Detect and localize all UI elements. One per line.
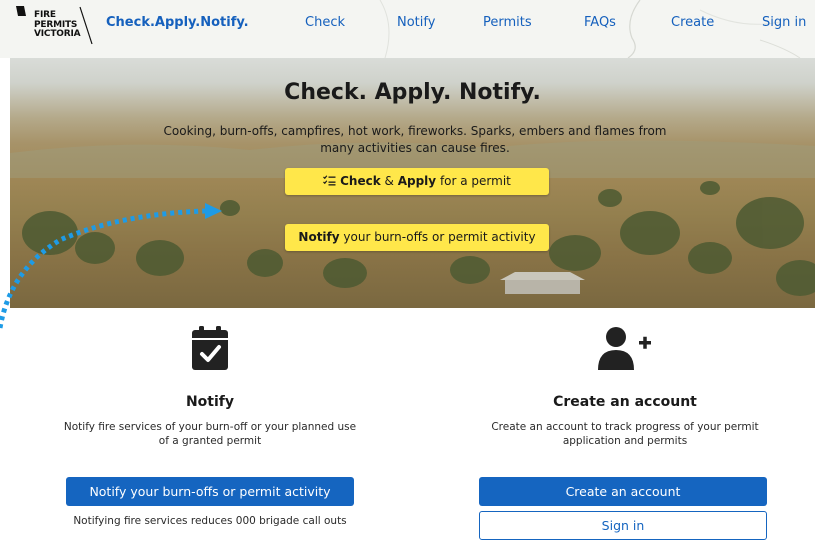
nav-create[interactable]: Create — [671, 15, 714, 30]
site-header: FIRE PERMITS VICTORIA Check.Apply.Notify… — [0, 0, 815, 58]
checklist-icon — [323, 175, 336, 186]
notify-title: Notify — [185, 394, 235, 410]
nav-notify[interactable]: Notify — [397, 15, 435, 30]
nav-check[interactable]: Check — [305, 15, 345, 30]
notify-section: Notify Notify fire services of your burn… — [60, 326, 360, 448]
hero-banner: Check. Apply. Notify. Cooking, burn-offs… — [10, 58, 815, 308]
calendar-check-icon — [192, 326, 228, 370]
account-section: Create an account Create an account to t… — [475, 326, 775, 448]
sign-in-button[interactable]: Sign in — [479, 511, 767, 540]
brand-link[interactable]: Check.Apply.Notify. — [106, 15, 249, 30]
nav-permits[interactable]: Permits — [483, 15, 532, 30]
logo-text: FIRE PERMITS VICTORIA — [34, 10, 81, 39]
check-apply-permit-button[interactable]: Check & Apply for a permit — [285, 168, 549, 195]
create-account-title: Create an account — [553, 394, 697, 410]
fire-permits-victoria-logo[interactable]: FIRE PERMITS VICTORIA — [6, 2, 94, 48]
hero-title: Check. Apply. Notify. — [284, 80, 541, 105]
notify-burn-offs-hero-button[interactable]: Notify your burn-offs or permit activity — [285, 224, 549, 251]
nav-sign-in[interactable]: Sign in — [762, 15, 806, 30]
hero-subtitle: Cooking, burn-offs, campfires, hot work,… — [163, 124, 667, 155]
notify-burn-offs-button[interactable]: Notify your burn-offs or permit activity — [66, 477, 354, 506]
user-plus-icon — [598, 327, 651, 370]
create-account-button[interactable]: Create an account — [479, 477, 767, 506]
notify-note: Notifying fire services reduces 000 brig… — [73, 515, 347, 527]
notify-description: Notify fire services of your burn-off or… — [63, 421, 357, 447]
nav-faqs[interactable]: FAQs — [584, 15, 616, 30]
create-account-description: Create an account to track progress of y… — [491, 421, 759, 447]
